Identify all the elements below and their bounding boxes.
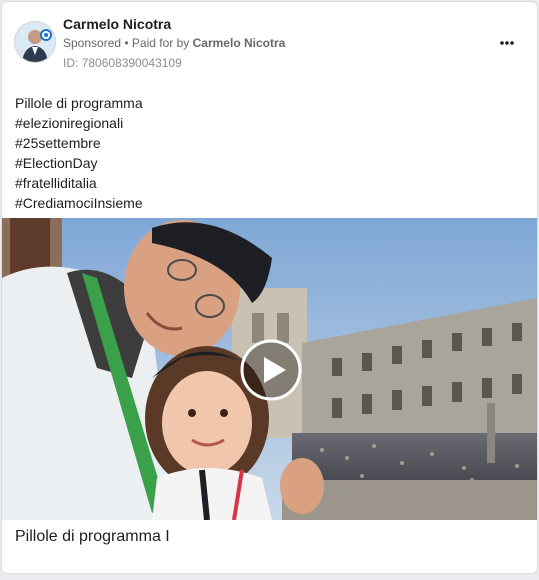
play-icon [240, 339, 302, 401]
ad-header: Carmelo Nicotra Sponsored • Paid for by … [2, 2, 537, 82]
hashtag-link[interactable]: #fratelliditalia [15, 173, 143, 193]
advertiser-name[interactable]: Carmelo Nicotra [63, 16, 171, 32]
ellipsis-icon [500, 41, 514, 45]
sponsored-label: Sponsored [63, 36, 122, 50]
play-button[interactable] [240, 339, 302, 401]
avatar-image [15, 22, 55, 62]
paid-for-name: Carmelo Nicotra [192, 36, 286, 50]
hashtag-link[interactable]: #ElectionDay [15, 153, 143, 173]
video-player[interactable] [2, 218, 537, 520]
sponsor-line: Sponsored • Paid for by Carmelo Nicotra [63, 36, 285, 50]
ad-card: Carmelo Nicotra Sponsored • Paid for by … [1, 1, 538, 574]
separator-dot: • [121, 36, 132, 50]
post-text: Pillole di programma #elezioniregionali … [15, 93, 143, 213]
avatar[interactable] [14, 21, 56, 63]
post-line: Pillole di programma [15, 95, 143, 111]
paid-for-label: Paid for by [131, 36, 193, 50]
hashtag-link[interactable]: #elezioniregionali [15, 113, 143, 133]
hashtag-link[interactable]: #25settembre [15, 133, 143, 153]
hashtag-link[interactable]: #CrediamociInsieme [15, 193, 143, 213]
more-options-button[interactable] [495, 31, 519, 55]
ad-id: ID: 780608390043109 [63, 56, 182, 70]
video-caption: Pillole di programma I [15, 528, 170, 545]
